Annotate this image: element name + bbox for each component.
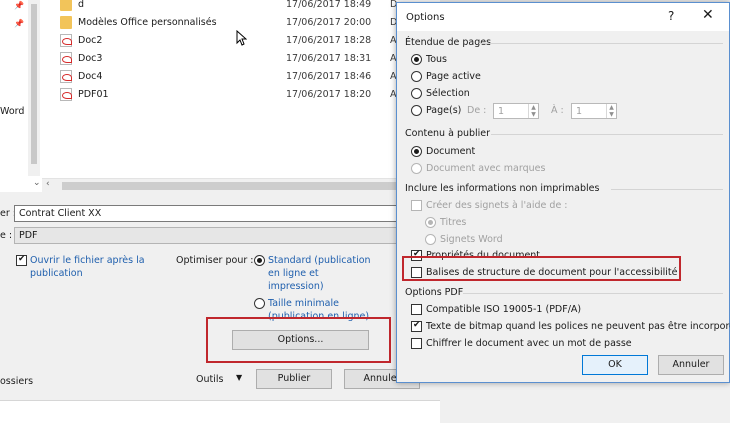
nav-scrollbar[interactable] bbox=[28, 0, 40, 176]
nav-scrollbar-thumb[interactable] bbox=[31, 4, 37, 164]
all-pages-radio[interactable] bbox=[411, 54, 422, 65]
bitmap-text-label[interactable]: Texte de bitmap quand les polices ne peu… bbox=[426, 321, 730, 332]
filename-field[interactable]: Contrat Client XX bbox=[14, 205, 440, 222]
chevron-down-icon[interactable]: ⌄ bbox=[33, 178, 41, 188]
tools-menu[interactable]: Outils bbox=[196, 374, 223, 385]
file-name: Doc4 bbox=[78, 71, 103, 82]
current-page-label[interactable]: Page active bbox=[426, 71, 481, 82]
file-date: 17/06/2017 18:46 bbox=[286, 71, 372, 82]
list-item[interactable]: PDF01 17/06/2017 18:20 A bbox=[60, 86, 420, 104]
list-item[interactable]: Doc4 17/06/2017 18:46 A bbox=[60, 68, 420, 86]
options-body: Étendue de pages Tous Page active Sélect… bbox=[397, 31, 730, 382]
horizontal-scrollbar-thumb[interactable] bbox=[62, 182, 422, 190]
pages-label[interactable]: Page(s) bbox=[426, 105, 461, 116]
bitmap-text-checkbox[interactable] bbox=[411, 320, 422, 332]
open-after-label[interactable]: Ouvrir le fichier après la publication bbox=[30, 254, 160, 280]
selection-label[interactable]: Sélection bbox=[426, 88, 470, 99]
publish-button[interactable]: Publier bbox=[256, 369, 332, 389]
markup-label[interactable]: Document avec marques bbox=[426, 163, 545, 174]
create-bookmarks-label[interactable]: Créer des signets à l'aide de : bbox=[426, 200, 568, 211]
file-date: 17/06/2017 18:31 bbox=[286, 53, 372, 64]
file-type-label: e : bbox=[0, 230, 13, 241]
file-name: PDF01 bbox=[78, 89, 109, 100]
save-as-dialog: 📌 📌 Word d 17/06/2017 18:49 D Modèles Of… bbox=[0, 0, 440, 423]
divider bbox=[491, 134, 723, 135]
dialog-title: Options bbox=[406, 12, 445, 23]
pdf-icon bbox=[60, 88, 72, 101]
pin-icon[interactable]: 📌 bbox=[14, 20, 24, 28]
optimize-label: Optimiser pour : bbox=[176, 255, 254, 266]
pdf-icon bbox=[60, 34, 72, 47]
file-date: 17/06/2017 18:20 bbox=[286, 89, 372, 100]
document-label[interactable]: Document bbox=[426, 146, 475, 157]
encrypt-label[interactable]: Chiffrer le document avec un mot de pass… bbox=[426, 338, 632, 349]
iso-pdfa-label[interactable]: Compatible ISO 19005-1 (PDF/A) bbox=[426, 304, 581, 315]
file-date: 17/06/2017 20:00 bbox=[286, 17, 372, 28]
file-list-pane: 📌 📌 Word d 17/06/2017 18:49 D Modèles Of… bbox=[0, 0, 440, 192]
nav-item-label[interactable]: Word bbox=[0, 106, 24, 117]
file-name: Doc2 bbox=[78, 35, 103, 46]
nonprint-heading: Inclure les informations non imprimables bbox=[405, 183, 600, 194]
to-label: À : bbox=[551, 105, 564, 116]
screen: 📌 📌 Word d 17/06/2017 18:49 D Modèles Of… bbox=[0, 0, 730, 423]
file-name: d bbox=[78, 0, 85, 10]
divider bbox=[463, 293, 723, 294]
help-icon[interactable]: ? bbox=[668, 9, 674, 23]
word-bookmarks-radio[interactable] bbox=[425, 234, 436, 245]
pdf-options-heading: Options PDF bbox=[405, 287, 464, 298]
highlight-frame bbox=[206, 317, 391, 363]
list-item[interactable]: Doc3 17/06/2017 18:31 A bbox=[60, 50, 420, 68]
divider bbox=[479, 43, 723, 44]
minimal-size-radio[interactable] bbox=[254, 298, 265, 309]
from-page-spinner[interactable]: 1 ▲ ▼ bbox=[493, 103, 539, 119]
ok-button[interactable]: OK bbox=[582, 355, 648, 375]
chevron-left-icon[interactable]: ‹ bbox=[46, 179, 50, 189]
from-label: De : bbox=[467, 105, 487, 116]
options-title-bar: Options ? ✕ bbox=[397, 3, 729, 31]
iso-pdfa-checkbox[interactable] bbox=[411, 304, 422, 315]
create-bookmarks-checkbox[interactable] bbox=[411, 200, 422, 211]
pages-radio[interactable] bbox=[411, 105, 422, 116]
to-page-spinner[interactable]: 1 ▲ ▼ bbox=[571, 103, 617, 119]
navigation-pane: 📌 📌 Word bbox=[0, 0, 40, 190]
pdf-icon bbox=[60, 70, 72, 83]
standard-radio[interactable] bbox=[254, 255, 265, 266]
spinner-arrows-icon[interactable]: ▲ ▼ bbox=[528, 104, 538, 118]
markup-radio[interactable] bbox=[411, 163, 422, 174]
folder-icon bbox=[60, 16, 72, 29]
dropdown-arrow-icon[interactable]: ▼ bbox=[236, 373, 242, 382]
mouse-cursor-icon bbox=[236, 30, 247, 46]
options-cancel-button[interactable]: Annuler bbox=[658, 355, 724, 375]
encrypt-checkbox[interactable] bbox=[411, 338, 422, 349]
pin-icon[interactable]: 📌 bbox=[14, 2, 24, 10]
file-date: 17/06/2017 18:49 bbox=[286, 0, 372, 10]
word-bookmarks-label[interactable]: Signets Word bbox=[440, 234, 503, 245]
pdf-icon bbox=[60, 52, 72, 65]
file-date: 17/06/2017 18:28 bbox=[286, 35, 372, 46]
file-name: Doc3 bbox=[78, 53, 103, 64]
file-type-select[interactable]: PDF bbox=[14, 227, 440, 244]
options-dialog: Options ? ✕ Étendue de pages Tous Page a… bbox=[396, 2, 730, 383]
to-page-value: 1 bbox=[576, 106, 583, 117]
close-icon[interactable]: ✕ bbox=[702, 7, 714, 23]
horizontal-scrollbar[interactable]: ‹ bbox=[42, 178, 440, 192]
folder-icon bbox=[60, 0, 72, 11]
dialog-bottom-edge bbox=[0, 400, 440, 423]
publish-content-heading: Contenu à publier bbox=[405, 128, 491, 139]
current-page-radio[interactable] bbox=[411, 71, 422, 82]
all-pages-label[interactable]: Tous bbox=[426, 54, 447, 65]
spinner-arrows-icon[interactable]: ▲ ▼ bbox=[606, 104, 616, 118]
divider bbox=[611, 189, 723, 190]
list-item[interactable]: d 17/06/2017 18:49 D bbox=[60, 0, 420, 14]
selection-radio[interactable] bbox=[411, 88, 422, 99]
folders-toggle-label[interactable]: ossiers bbox=[0, 376, 33, 387]
file-name: Modèles Office personnalisés bbox=[78, 17, 217, 28]
standard-label[interactable]: Standard (publication en ligne et impres… bbox=[268, 254, 376, 293]
headings-radio[interactable] bbox=[425, 217, 436, 228]
highlight-frame bbox=[402, 256, 681, 281]
open-after-checkbox[interactable] bbox=[16, 254, 27, 266]
headings-label[interactable]: Titres bbox=[440, 217, 466, 228]
from-page-value: 1 bbox=[498, 106, 505, 117]
document-radio[interactable] bbox=[411, 146, 422, 157]
